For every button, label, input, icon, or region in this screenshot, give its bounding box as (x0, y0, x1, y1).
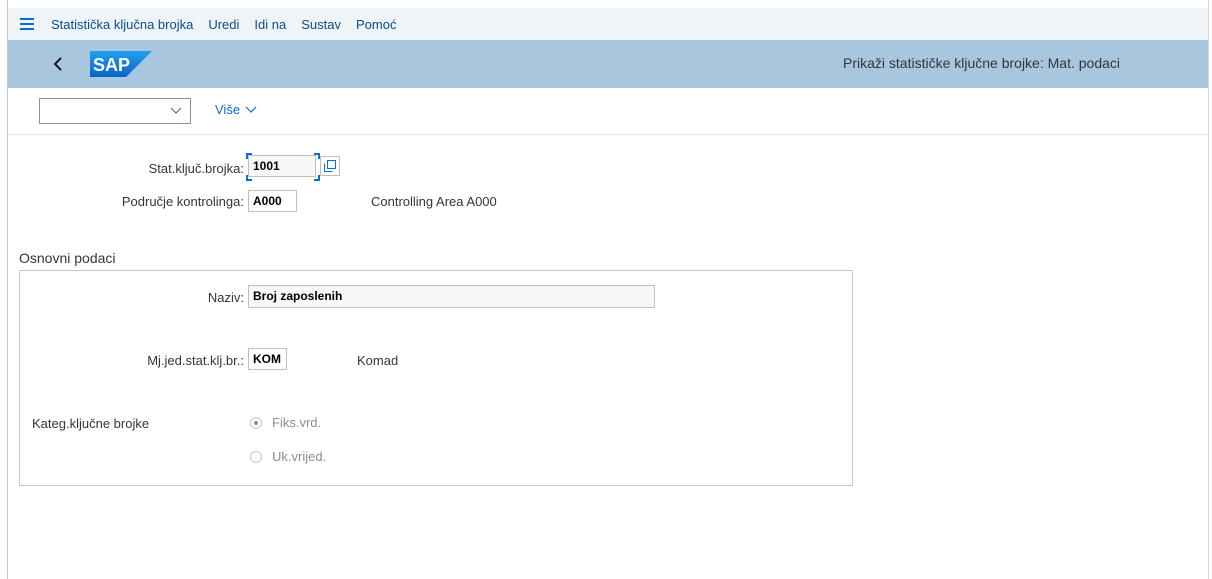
more-button-label: Više (215, 102, 241, 117)
controlling-area-field[interactable]: A000 (248, 190, 297, 212)
stat-key-label: Stat.ključ.brojka: (148, 161, 244, 176)
focus-corner (246, 175, 252, 181)
name-label: Naziv: (207, 290, 244, 305)
toolbar: Više (8, 88, 1208, 135)
value-help-button[interactable] (320, 156, 340, 176)
radio-fixed-value[interactable]: Fiks.vrd. (250, 415, 321, 430)
shell-header: SAP Prikaži statističke ključne brojke: … (8, 40, 1208, 88)
radio-button-checked-icon (250, 416, 262, 429)
controlling-area-label: Područje kontrolinga: (121, 194, 244, 209)
menu-item-statisticka-kljucna-brojka[interactable]: Statistička ključna brojka (51, 17, 193, 32)
menu-icon[interactable] (20, 18, 34, 30)
menu-item-pomoc[interactable]: Pomoć (356, 17, 396, 32)
section-title-basic-data: Osnovni podaci (19, 250, 116, 266)
chevron-down-icon (245, 106, 257, 113)
action-dropdown[interactable] (39, 98, 191, 124)
window-frame-right (1208, 0, 1209, 579)
unit-label: Mj.jed.stat.klj.br.: (147, 353, 244, 368)
back-button[interactable] (44, 50, 72, 78)
stat-key-field[interactable]: 1001 (248, 155, 316, 177)
chevron-down-icon (170, 107, 182, 114)
menu-bar: Statistička ključna brojka Uredi Idi na … (8, 8, 1208, 40)
controlling-area-description: Controlling Area A000 (371, 194, 497, 209)
back-icon (53, 57, 62, 71)
value-help-icon (324, 160, 336, 172)
name-field[interactable]: Broj zaposlenih (248, 285, 655, 308)
sap-logo-text: SAP (93, 55, 130, 75)
focus-corner (246, 153, 252, 159)
radio-total-value-label: Uk.vrijed. (272, 449, 327, 464)
radio-total-value[interactable]: Uk.vrijed. (250, 449, 326, 464)
unit-field[interactable]: KOM (248, 348, 287, 370)
radio-button-icon (250, 450, 262, 463)
radio-fixed-value-label: Fiks.vrd. (272, 415, 322, 430)
menu-item-uredi[interactable]: Uredi (208, 17, 239, 32)
menu-item-idi-na[interactable]: Idi na (254, 17, 286, 32)
page-title: Prikaži statističke ključne brojke: Mat.… (843, 55, 1120, 71)
menu-item-sustav[interactable]: Sustav (301, 17, 341, 32)
sap-logo[interactable]: SAP (90, 51, 152, 77)
unit-description: Komad (357, 353, 399, 368)
category-label: Kateg.ključne brojke (32, 416, 150, 431)
more-button[interactable]: Više (215, 102, 257, 117)
